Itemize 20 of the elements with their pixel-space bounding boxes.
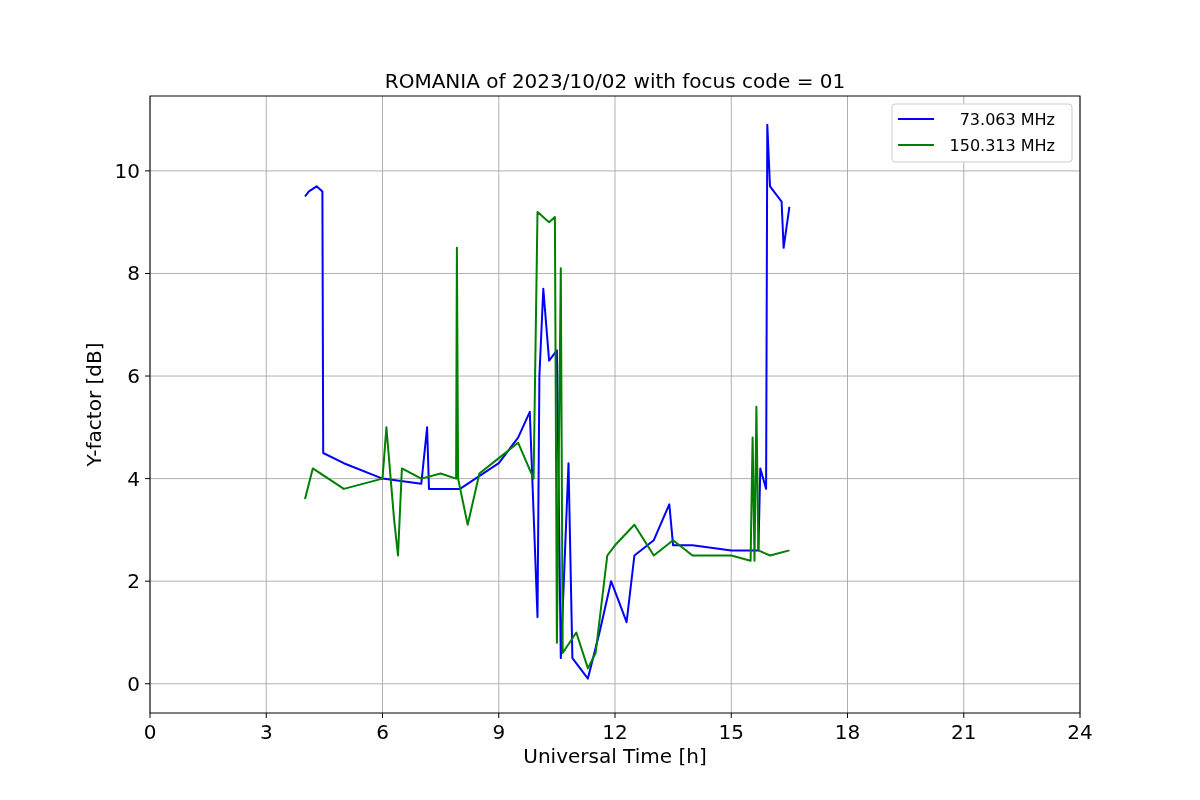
tick-label: 24 — [1067, 720, 1093, 744]
chart-title: ROMANIA of 2023/10/02 with focus code = 01 — [384, 69, 846, 93]
legend-label: 150.313 MHz — [949, 136, 1055, 155]
tick-label: 0 — [143, 720, 157, 744]
axis-label: Universal Time [h] — [523, 744, 707, 768]
tick-label: 6 — [376, 720, 389, 744]
tick-label: 8 — [127, 261, 140, 286]
tick-label: 0 — [127, 671, 140, 696]
tick-label: 12 — [602, 720, 628, 744]
legend-label: 73.063 MHz — [959, 110, 1055, 129]
tick-label: 2 — [127, 569, 140, 594]
tick-label: 3 — [259, 720, 273, 744]
axis-label: Y-factor [dB] — [82, 342, 106, 467]
tick-label: 21 — [951, 720, 977, 744]
tick-label: 18 — [834, 720, 861, 744]
tick-label: 4 — [127, 466, 140, 491]
tick-label: 6 — [127, 364, 140, 389]
tick-label: 10 — [114, 158, 140, 183]
tick-label: 15 — [718, 720, 744, 744]
tick-label: 9 — [492, 720, 506, 744]
